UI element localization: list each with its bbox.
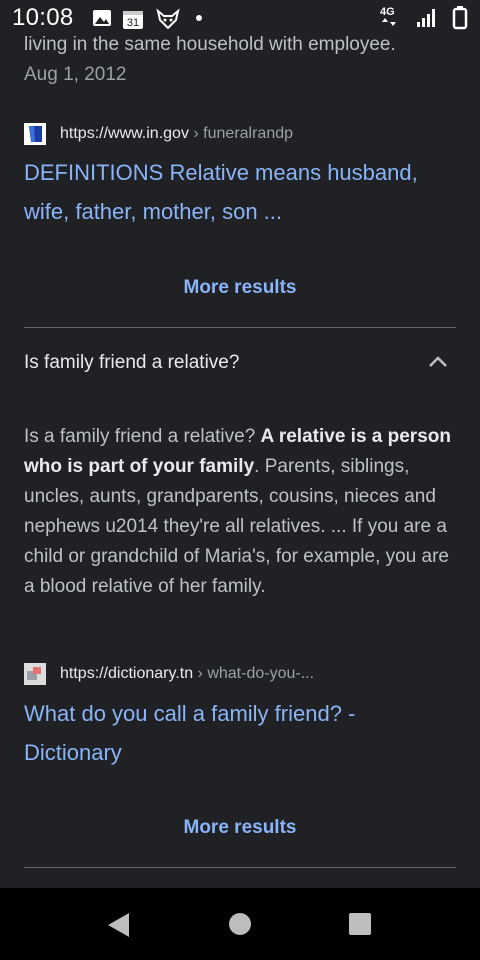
chevron-up-icon[interactable]	[424, 348, 452, 376]
more-results-button[interactable]: More results	[0, 817, 480, 839]
navigation-bar	[0, 888, 480, 960]
divider	[24, 327, 456, 328]
status-time: 10:08	[12, 4, 74, 31]
recents-icon[interactable]	[348, 912, 372, 936]
in-gov-favicon-icon	[24, 123, 46, 145]
previous-snippet-text: living in the same household with employ…	[24, 36, 396, 55]
question-header[interactable]: Is family friend a relative?	[24, 352, 239, 374]
dictionary-favicon-icon	[24, 663, 46, 685]
status-bar: 10:08 31 4G	[0, 0, 480, 36]
battery-icon	[452, 6, 468, 30]
network-type: 4G	[380, 6, 395, 18]
more-results-button[interactable]: More results	[0, 277, 480, 299]
back-icon[interactable]	[106, 912, 132, 938]
svg-text:31: 31	[127, 17, 139, 29]
calendar-icon: 31	[123, 11, 143, 29]
search-results[interactable]: living in the same household with employ…	[0, 36, 480, 888]
signal-icon	[417, 9, 435, 27]
result-url: https://www.in.gov › funeralrandp	[60, 125, 294, 142]
result-title-line2: wife, father, mother, son ...	[24, 199, 283, 224]
snippet-date: Aug 1, 2012	[24, 64, 127, 85]
result-title-line1: What do you call a family friend? -	[24, 701, 356, 726]
image-icon	[93, 10, 111, 26]
result-source[interactable]: https://www.in.gov › funeralrandp	[24, 122, 293, 146]
answer-text: Is a family friend a relative? A relativ…	[24, 426, 451, 597]
result-title-line1: DEFINITIONS Relative means husband,	[24, 160, 418, 185]
result-source[interactable]: https://dictionary.tn › what-do-you-...	[24, 662, 314, 686]
home-icon[interactable]	[228, 912, 252, 936]
result-title-link[interactable]: What do you call a family friend? - Dict…	[24, 694, 456, 772]
divider	[24, 867, 456, 868]
result-title-link[interactable]: DEFINITIONS Relative means husband, wife…	[24, 153, 456, 231]
result-url: https://dictionary.tn › what-do-you-...	[60, 665, 315, 682]
dot-icon	[196, 15, 202, 21]
data-arrows-icon	[382, 18, 396, 26]
result-title-line2: Dictionary	[24, 740, 122, 765]
fox-icon	[156, 8, 180, 30]
